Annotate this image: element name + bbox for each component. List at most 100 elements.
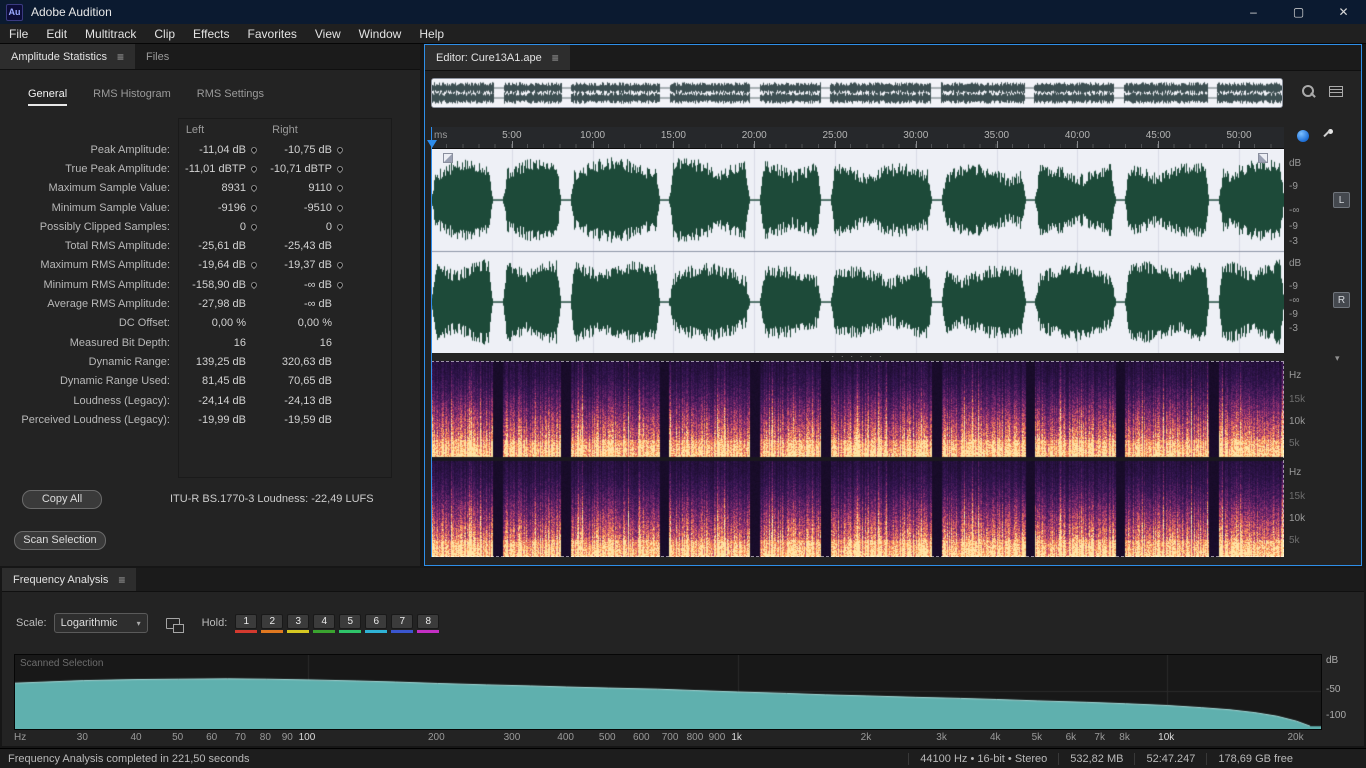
location-pin-icon[interactable] (335, 261, 345, 270)
hold-button-8[interactable]: 8 (417, 613, 440, 633)
frequency-graph-area[interactable]: Scanned Selection (14, 654, 1322, 730)
spectrogram-display[interactable] (431, 361, 1284, 557)
subtab-general[interactable]: General (28, 88, 68, 106)
freq-x-tick: 500 (598, 732, 616, 743)
tab-files[interactable]: Files (135, 44, 180, 69)
stats-row: Maximum Sample Value: 8931 9110 (0, 179, 420, 198)
hold-button-label: 3 (287, 613, 310, 629)
hold-button-1[interactable]: 1 (235, 613, 258, 633)
stats-row: Loudness (Legacy): -24,14 dB -24,13 dB (0, 391, 420, 410)
panel-menu-icon[interactable]: ≡ (117, 50, 124, 64)
location-pin-icon[interactable] (249, 145, 259, 154)
location-pin-icon[interactable] (335, 145, 345, 154)
freq-x-tick: 5k (1031, 732, 1043, 743)
stat-value-left: -11,04 dB (199, 143, 246, 156)
maximize-button[interactable]: ▢ (1276, 0, 1321, 24)
menu-favorites[interactable]: Favorites (239, 24, 306, 43)
playhead-handle[interactable] (427, 140, 437, 148)
freq-x-tick: 2k (860, 732, 872, 743)
stat-value-right: -19,59 dB (284, 413, 332, 426)
location-pin-icon[interactable] (249, 261, 259, 270)
waveform-area[interactable] (431, 149, 1284, 353)
menu-multitrack[interactable]: Multitrack (76, 24, 145, 43)
stat-value-right: -∞ dB (303, 298, 332, 311)
hold-button-3[interactable]: 3 (287, 613, 310, 633)
timeline-ruler[interactable]: ms 5:00 10:00 15:00 20:00 25:00 30:00 35:00 40:… (431, 127, 1284, 149)
overview-navigator[interactable] (431, 78, 1283, 108)
stat-label: Maximum Sample Value: (48, 182, 170, 195)
hold-color-swatch (313, 629, 336, 633)
menu-clip[interactable]: Clip (145, 24, 184, 43)
frequency-graph[interactable] (15, 655, 1321, 729)
location-pin-icon[interactable] (249, 280, 259, 289)
location-pin-icon[interactable] (335, 222, 345, 232)
hold-color-swatch (261, 629, 284, 633)
stats-row: Dynamic Range Used: 81,45 dB 70,65 dB (0, 372, 420, 391)
stats-subtabs: General RMS Histogram RMS Settings (28, 88, 264, 106)
stat-value-right: -25,43 dB (284, 240, 332, 253)
stat-label: Dynamic Range Used: (59, 375, 170, 388)
copy-all-button[interactable]: Copy All (22, 490, 102, 509)
fade-in-handle[interactable] (443, 153, 453, 163)
spectral-selection[interactable] (431, 361, 1284, 557)
stat-value-right: 16 (319, 336, 332, 349)
hold-button-2[interactable]: 2 (261, 613, 284, 633)
scan-selection-button[interactable]: Scan Selection (14, 531, 106, 550)
hold-button-6[interactable]: 6 (365, 613, 388, 633)
hz-scale-label: 10k (1289, 416, 1306, 427)
stat-value-right: 0 (325, 220, 332, 233)
hold-button-7[interactable]: 7 (391, 613, 414, 633)
hold-button-5[interactable]: 5 (339, 613, 362, 633)
ruler-tick-label: 10:00 (580, 130, 606, 141)
playhead[interactable] (431, 127, 432, 557)
tab-amplitude-statistics[interactable]: Amplitude Statistics ≡ (0, 44, 135, 69)
stat-label: Measured Bit Depth: (69, 336, 170, 349)
close-button[interactable]: ✕ (1321, 0, 1366, 24)
navigator-waveform[interactable] (432, 79, 1282, 107)
hz-scale-label: 5k (1289, 535, 1300, 546)
subtab-rms-histogram[interactable]: RMS Histogram (93, 88, 171, 106)
hold-color-swatch (235, 629, 258, 633)
snapshot-icon[interactable] (165, 617, 184, 633)
location-pin-icon[interactable] (249, 222, 259, 232)
ruler-tick-label: 30:00 (903, 130, 929, 141)
location-pin-icon[interactable] (335, 203, 345, 212)
location-pin-icon[interactable] (335, 280, 345, 289)
scale-select[interactable]: Logarithmic ▾ (53, 613, 148, 633)
menu-view[interactable]: View (306, 24, 350, 43)
titlebar: Au Adobe Audition – ▢ ✕ (0, 0, 1366, 24)
channel-left-button[interactable]: L (1333, 192, 1350, 208)
subtab-rms-settings[interactable]: RMS Settings (197, 88, 264, 106)
hold-button-label: 2 (261, 613, 284, 629)
tab-editor[interactable]: Editor: Cure13A1.ape ≡ (425, 45, 570, 70)
status-duration: 52:47.247 (1134, 752, 1206, 765)
waveform-spectral-splitter[interactable]: · · · · · · (431, 352, 1284, 361)
hold-button-4[interactable]: 4 (313, 613, 336, 633)
fade-out-handle[interactable] (1258, 153, 1268, 163)
tab-frequency-analysis[interactable]: Frequency Analysis ≡ (2, 568, 137, 591)
ruler-tick-label: 20:00 (741, 130, 767, 141)
stat-value-left: -19,64 dB (198, 259, 246, 272)
freq-x-tick: 40 (130, 732, 142, 743)
freq-y-tick: dB (1326, 655, 1339, 666)
collapse-divider-icon[interactable]: ▾ (1335, 353, 1340, 364)
location-pin-icon[interactable] (249, 203, 259, 212)
menu-effects[interactable]: Effects (184, 24, 238, 43)
panel-menu-icon[interactable]: ≡ (118, 573, 125, 587)
location-pin-icon[interactable] (335, 164, 345, 174)
status-format: 44100 Hz • 16-bit • Stereo (908, 752, 1058, 765)
location-pin-icon[interactable] (335, 183, 345, 193)
location-pin-icon[interactable] (249, 183, 259, 193)
menu-window[interactable]: Window (350, 24, 411, 43)
stats-row: Perceived Loudness (Legacy): -19,99 dB -19… (0, 410, 420, 429)
menu-file[interactable]: File (0, 24, 37, 43)
panel-menu-icon[interactable]: ≡ (552, 51, 559, 65)
freq-x-tick: 70 (234, 732, 246, 743)
menu-edit[interactable]: Edit (37, 24, 76, 43)
waveform-display[interactable] (431, 149, 1284, 353)
minimize-button[interactable]: – (1231, 0, 1276, 24)
location-pin-icon[interactable] (249, 164, 259, 174)
channel-right-button[interactable]: R (1333, 292, 1350, 308)
freq-controls: Scale: Logarithmic ▾ Hold: 12345678 (16, 610, 443, 636)
menu-help[interactable]: Help (410, 24, 453, 43)
